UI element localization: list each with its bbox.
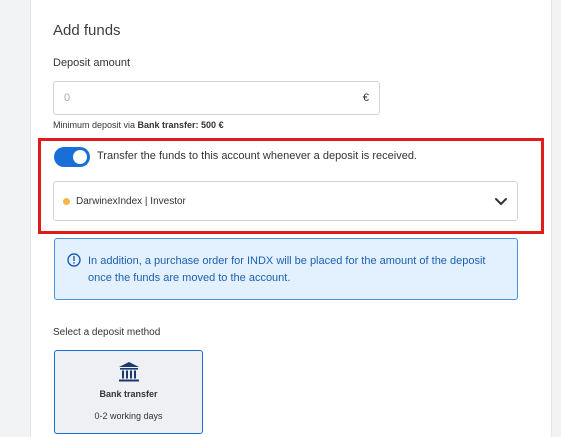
method-name: Bank transfer <box>99 389 158 399</box>
minimum-deposit-note: Minimum deposit via Bank transfer: 500 € <box>53 120 224 130</box>
info-alert: In addition, a purchase order for INDX w… <box>54 238 518 300</box>
section-title: Add funds <box>53 22 121 39</box>
info-circle-icon <box>67 253 81 272</box>
bank-icon <box>118 361 140 388</box>
deposit-amount-label: Deposit amount <box>53 57 131 69</box>
auto-transfer-toggle[interactable] <box>54 147 90 167</box>
toggle-knob <box>73 150 87 164</box>
auto-transfer-label: Transfer the funds to this account whene… <box>97 150 417 162</box>
method-duration: 0-2 working days <box>94 411 163 421</box>
info-text: In addition, a purchase order for INDX w… <box>88 255 486 284</box>
bank-transfer-option[interactable]: Bank transfer 0-2 working days <box>54 350 203 434</box>
account-dot-icon <box>63 198 70 205</box>
deposit-amount-input[interactable]: 0 € <box>53 81 380 115</box>
chevron-down-icon <box>494 194 508 213</box>
account-select[interactable]: DarwinexIndex | Investor <box>53 181 518 221</box>
deposit-amount-placeholder: 0 <box>64 92 71 104</box>
deposit-method-label: Select a deposit method <box>53 327 161 338</box>
minimum-deposit-value: Bank transfer: 500 € <box>137 120 224 130</box>
account-select-value: DarwinexIndex | Investor <box>76 196 186 207</box>
currency-symbol: € <box>362 92 369 104</box>
